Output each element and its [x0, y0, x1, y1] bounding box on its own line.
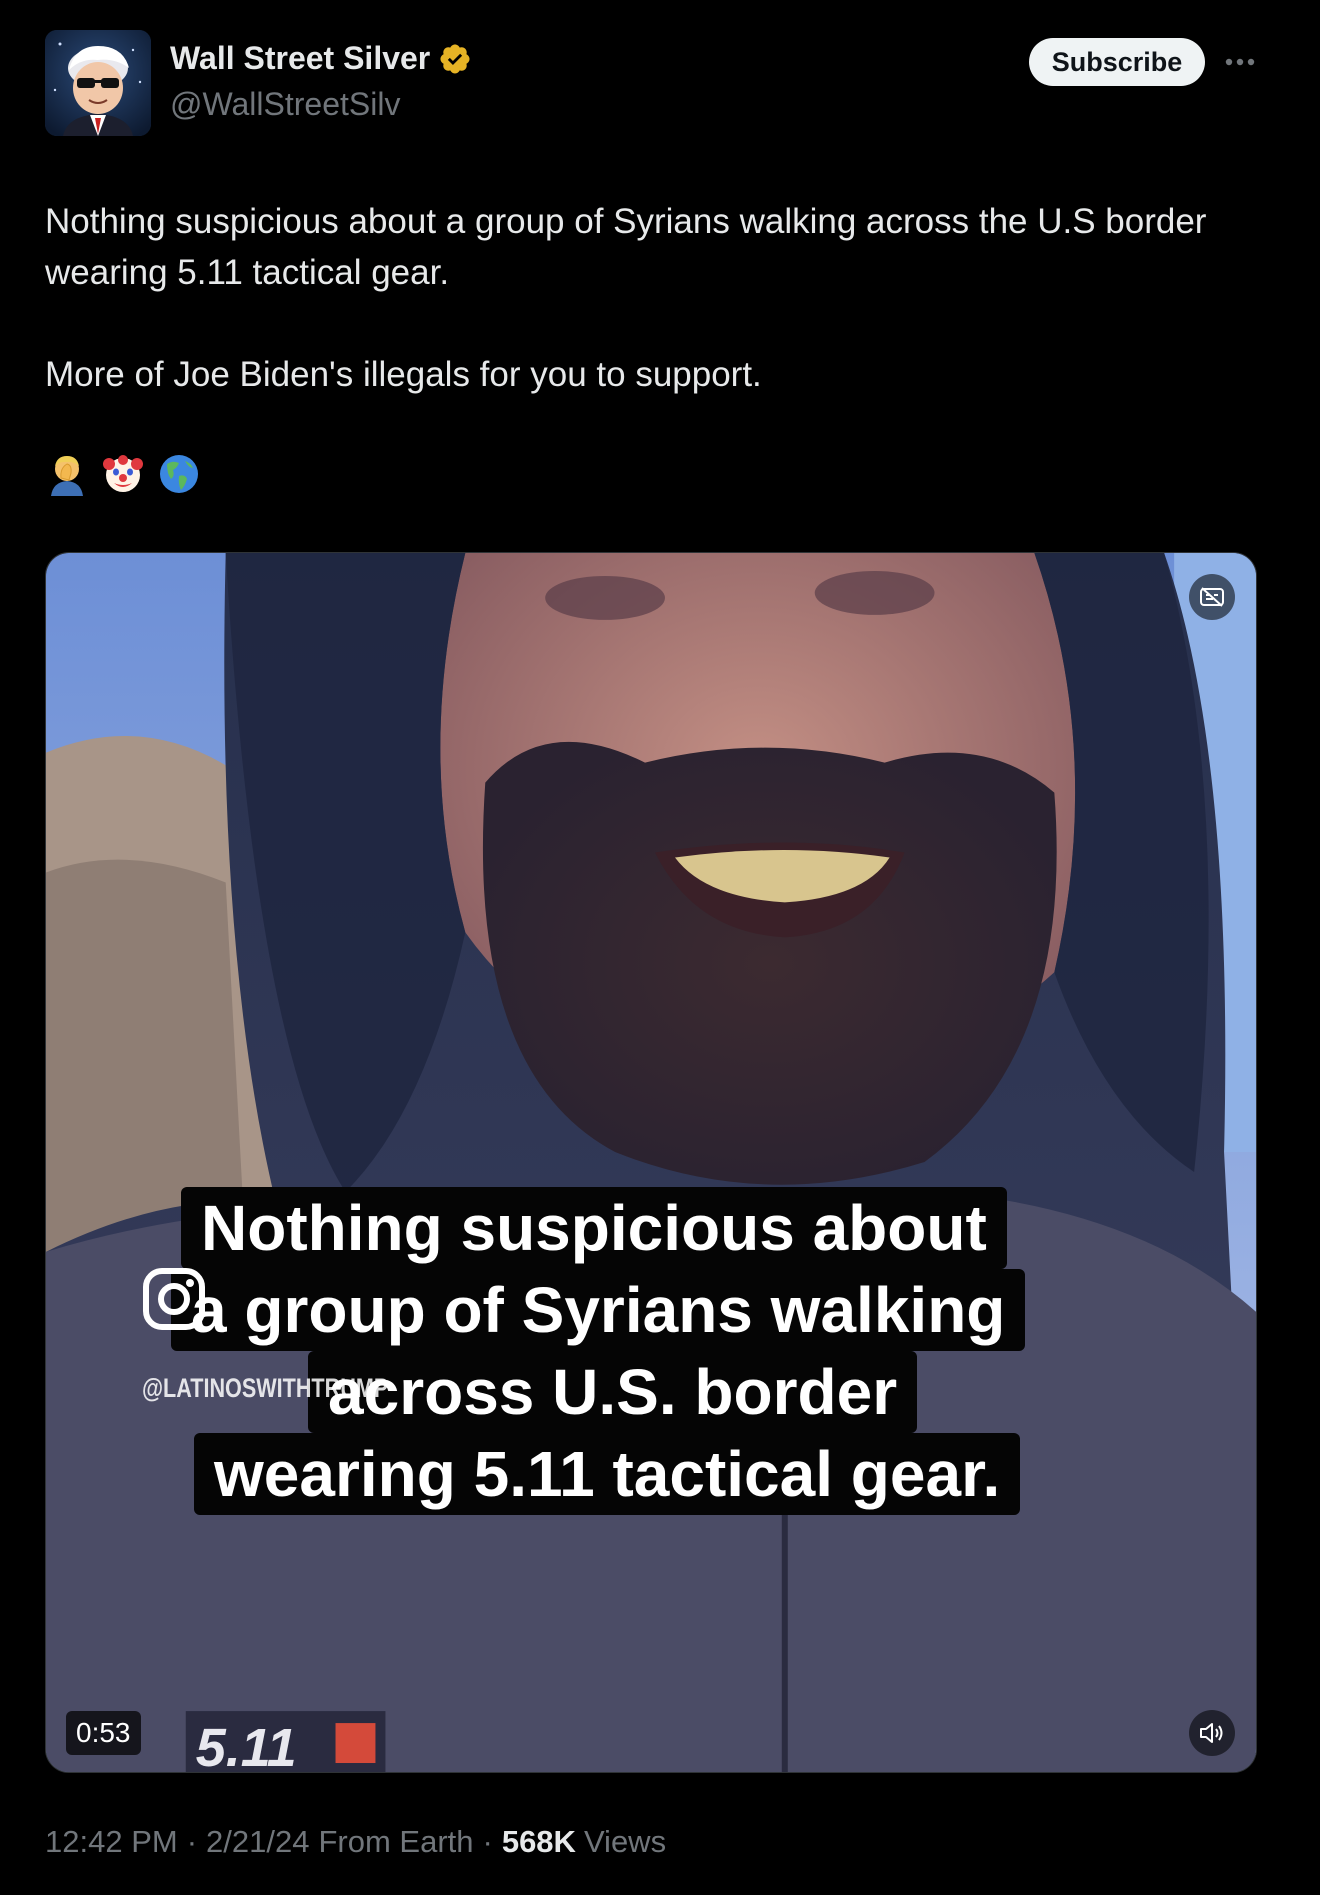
views-count: 568K — [501, 1824, 576, 1859]
globe-americas-emoji-icon — [157, 452, 201, 496]
avatar[interactable] — [45, 30, 151, 136]
video-player[interactable]: 5.11 Nothing suspicious about a group of… — [45, 552, 1257, 1773]
volume-icon[interactable] — [1189, 1710, 1235, 1756]
tweet: Wall Street Silver @WallStreetSilv Subsc… — [0, 0, 1320, 1895]
author-handle[interactable]: @WallStreetSilv — [170, 86, 400, 123]
emoji-row — [45, 452, 201, 496]
tweet-source: From Earth — [318, 1824, 474, 1859]
author-name-row[interactable]: Wall Street Silver — [170, 40, 472, 77]
caption-line: a group of Syrians walking — [171, 1269, 1026, 1351]
tweet-text: Nothing suspicious about a group of Syri… — [45, 196, 1265, 400]
captions-off-icon[interactable] — [1189, 574, 1235, 620]
video-watermark: @LATINOSWITHTRUMP — [142, 1373, 389, 1403]
tweet-time[interactable]: 12:42 PM — [45, 1824, 178, 1860]
caption-line: wearing 5.11 tactical gear. — [194, 1433, 1021, 1515]
tweet-paragraph: More of Joe Biden's illegals for you to … — [45, 355, 762, 394]
video-duration: 0:53 — [66, 1711, 141, 1755]
tweet-paragraph: Nothing suspicious about a group of Syri… — [45, 202, 1207, 292]
tweet-date[interactable]: 2/21/24 — [206, 1824, 309, 1860]
instagram-icon — [142, 1267, 206, 1331]
tweet-meta: 12:42 PM · 2/21/24 From Earth · 568K Vie… — [45, 1824, 666, 1860]
more-horizontal-icon[interactable] — [1222, 44, 1258, 80]
verified-badge-icon — [438, 42, 472, 76]
clown-face-emoji-icon — [101, 452, 145, 496]
caption-line: across U.S. border — [308, 1351, 918, 1433]
subscribe-button[interactable]: Subscribe — [1029, 38, 1205, 86]
display-name[interactable]: Wall Street Silver — [170, 40, 430, 77]
separator: · — [186, 1824, 198, 1859]
video-caption: Nothing suspicious about a group of Syri… — [46, 553, 1256, 1772]
man-facepalming-emoji-icon — [45, 452, 89, 496]
separator: · — [482, 1824, 493, 1859]
views-label: Views — [583, 1824, 667, 1859]
caption-line: Nothing suspicious about — [181, 1187, 1007, 1269]
